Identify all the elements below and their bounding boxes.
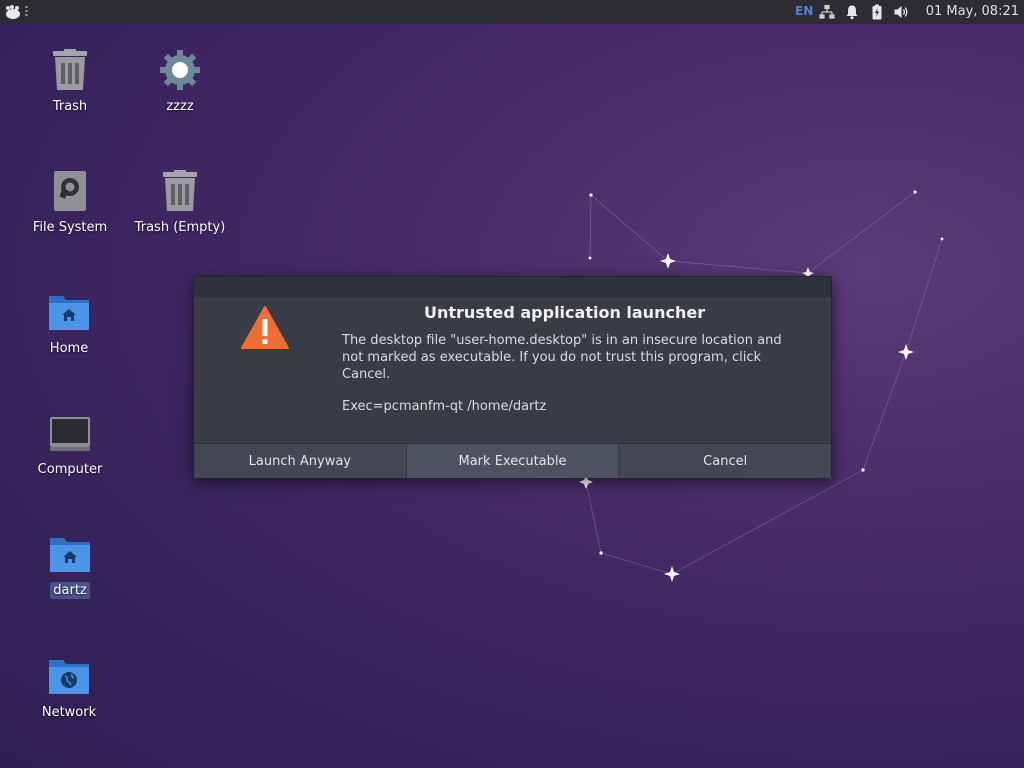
trash-icon: [158, 169, 202, 213]
keyboard-layout-indicator[interactable]: EN: [795, 4, 813, 18]
home-folder-icon: [48, 532, 92, 576]
desktop-icon-home[interactable]: Home: [19, 290, 119, 357]
panel-clock[interactable]: 01 May, 08:21: [926, 4, 1019, 19]
desktop-icon-network[interactable]: Network: [19, 654, 119, 721]
desktop-icon-computer[interactable]: Computer: [20, 411, 120, 478]
desktop-icon-dartz[interactable]: dartz: [20, 532, 120, 599]
desktop-icon-zzzz[interactable]: zzzz: [130, 48, 230, 115]
whisker-menu-icon[interactable]: [3, 2, 23, 22]
panel-grip[interactable]: [25, 6, 28, 18]
battery-icon[interactable]: [869, 4, 885, 20]
cancel-button[interactable]: Cancel: [619, 444, 832, 478]
desktop-icon-label: zzzz: [166, 99, 194, 114]
desktop-icon-label: Computer: [37, 462, 103, 477]
desktop-icon-label: dartz: [50, 582, 90, 599]
desktop-icon-label: File System: [32, 220, 108, 235]
desktop-icon-label: Trash (Empty): [134, 220, 226, 235]
desktop-icon-trash-empty[interactable]: Trash (Empty): [130, 169, 230, 236]
dialog-exec-line: Exec=pcmanfm-qt /home/dartz: [342, 399, 547, 414]
dialog-titlebar[interactable]: [194, 277, 831, 297]
dialog-title: Untrusted application launcher: [424, 303, 706, 322]
dialog-button-row: Launch Anyway Mark Executable Cancel: [194, 443, 832, 478]
bell-icon[interactable]: [844, 4, 860, 20]
warning-icon: [240, 305, 290, 351]
top-panel: EN 01 May, 08:21: [0, 0, 1024, 24]
desktop-icon-label: Home: [49, 341, 89, 356]
desktop-icon-label: Trash: [52, 99, 88, 114]
network-icon[interactable]: [819, 4, 835, 20]
desktop-icon-file-system[interactable]: File System: [20, 169, 120, 236]
volume-icon[interactable]: [893, 4, 909, 20]
network-folder-icon: [47, 654, 91, 698]
untrusted-launcher-dialog: Untrusted application launcher The deskt…: [193, 276, 832, 478]
computer-icon: [48, 411, 92, 455]
desktop-icon-label: Network: [41, 705, 97, 720]
launch-anyway-button[interactable]: Launch Anyway: [194, 444, 407, 478]
home-folder-icon: [47, 290, 91, 334]
drive-icon: [48, 169, 92, 213]
gear-icon: [158, 48, 202, 92]
mark-executable-button[interactable]: Mark Executable: [406, 444, 620, 478]
trash-icon: [48, 48, 92, 92]
dialog-message: The desktop file "user-home.desktop" is …: [342, 333, 782, 382]
desktop-icon-trash[interactable]: Trash: [20, 48, 120, 115]
